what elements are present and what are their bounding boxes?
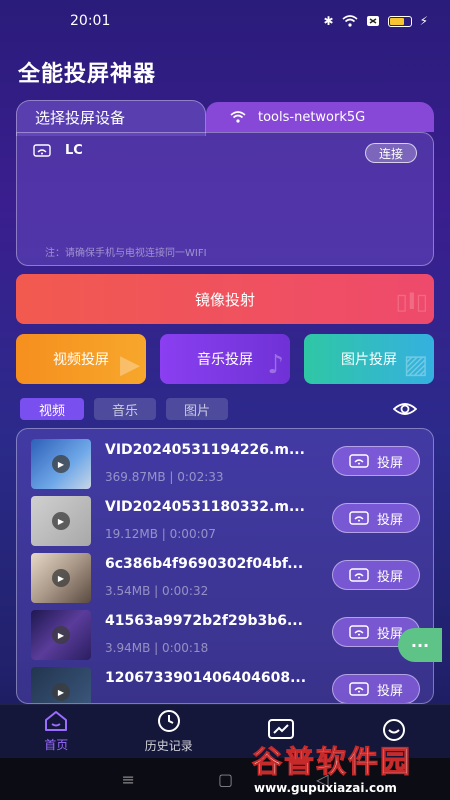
watermark-url: www.gupuxiazai.com (254, 781, 397, 795)
bluetooth-icon: ✱ (323, 14, 334, 28)
list-item[interactable]: ▶ VID20240531180332.m... 19.12MB | 0:00:… (31, 496, 431, 546)
tv-cast-icon (349, 568, 369, 582)
tab-video[interactable]: 视频 (20, 398, 84, 420)
device-name: LC (65, 143, 83, 158)
play-icon: ▶ (52, 626, 70, 644)
wifi-note: 注：请确保手机与电视连接同一WIFI (45, 248, 207, 259)
device-row[interactable]: LC (33, 143, 83, 158)
cast-button[interactable]: 投屏 (332, 446, 420, 476)
nav-history-label: 历史记录 (144, 739, 193, 753)
home-icon (45, 711, 68, 731)
nav-home-label: 首页 (44, 738, 69, 752)
charging-icon: ⚡ (419, 14, 428, 28)
tab-music[interactable]: 音乐 (94, 398, 156, 420)
select-device-tab[interactable]: 选择投屏设备 (16, 100, 206, 136)
cast-button-label: 投屏 (376, 512, 403, 528)
play-icon: ▶ (120, 350, 140, 380)
video-thumbnail: ▶ (31, 553, 91, 603)
more-options-fab[interactable]: ··· (398, 628, 442, 662)
watermark-logo: 谷普软件园 www.gupuxiazai.com (252, 736, 448, 796)
media-meta: 3.94MB | 0:00:18 (105, 641, 209, 655)
cast-button[interactable]: 投屏 (332, 560, 420, 590)
tv-cast-icon (349, 625, 369, 639)
media-name: 1206733901406404608... (105, 670, 307, 686)
eye-icon[interactable] (393, 400, 417, 418)
media-name: 6c386b4f9690302f04bf... (105, 556, 304, 572)
tv-cast-icon (349, 511, 369, 525)
music-note-icon: ♪ (267, 350, 284, 380)
cast-button-label: 投屏 (376, 455, 403, 471)
media-name: VID20240531180332.m... (105, 499, 305, 515)
network-tab[interactable]: tools-network5G (206, 102, 434, 132)
network-name: tools-network5G (258, 109, 366, 125)
list-item[interactable]: ▶ 1206733901406404608... 投屏 (31, 667, 431, 703)
tv-cast-icon (33, 143, 51, 157)
watermark-main: 谷普软件园 (252, 745, 412, 781)
app-title: 全能投屏神器 (18, 62, 157, 87)
sim-icon (366, 16, 379, 26)
home-square-icon[interactable]: ▢ (218, 770, 233, 789)
connect-button[interactable]: 连接 (365, 143, 417, 163)
list-item[interactable]: ▶ 6c386b4f9690302f04bf... 3.54MB | 0:00:… (31, 553, 431, 603)
play-icon: ▶ (52, 512, 70, 530)
status-time: 20:01 (70, 13, 111, 29)
device-panel: tools-network5G 选择投屏设备 LC 连接 注：请确保手机与电视连… (16, 100, 434, 266)
media-meta: 19.12MB | 0:00:07 (105, 527, 216, 541)
wifi-icon (230, 111, 246, 123)
video-cast-label: 视频投屏 (53, 352, 109, 368)
video-thumbnail: ▶ (31, 610, 91, 660)
status-icons: ✱ ⚡ (324, 14, 429, 28)
video-thumbnail: ▶ (31, 439, 91, 489)
mirror-cast-button[interactable]: 镜像投射 ▯I▯ (16, 274, 434, 324)
clock-icon (157, 710, 180, 732)
media-meta: 3.54MB | 0:00:32 (105, 584, 209, 598)
nav-history[interactable]: 历史记录 (124, 709, 214, 754)
tab-photo[interactable]: 图片 (166, 398, 228, 420)
media-list[interactable]: ▶ VID20240531194226.m... 369.87MB | 0:02… (16, 428, 434, 704)
device-list: LC 连接 注：请确保手机与电视连接同一WIFI (16, 132, 434, 266)
list-item[interactable]: ▶ 41563a9972b2f29b3b6... 3.94MB | 0:00:1… (31, 610, 431, 660)
music-cast-label: 音乐投屏 (197, 352, 253, 368)
play-icon: ▶ (52, 683, 70, 701)
media-filter-tabs: 视频 音乐 图片 (20, 398, 228, 420)
list-item[interactable]: ▶ VID20240531194226.m... 369.87MB | 0:02… (31, 439, 431, 489)
menu-icon[interactable]: ≡ (122, 770, 135, 789)
play-icon: ▶ (52, 569, 70, 587)
cast-button-label: 投屏 (376, 569, 403, 585)
tv-cast-icon (349, 454, 369, 468)
battery-icon (387, 15, 412, 27)
media-name: VID20240531194226.m... (105, 442, 305, 458)
video-cast-card[interactable]: 视频投屏 ▶ (16, 334, 146, 384)
photo-cast-label: 图片投屏 (341, 352, 397, 368)
video-thumbnail: ▶ (31, 496, 91, 546)
more-dots-icon: ··· (410, 635, 430, 655)
status-bar: 20:01 ✱ ⚡ (0, 0, 450, 42)
music-cast-card[interactable]: 音乐投屏 ♪ (160, 334, 290, 384)
cast-button-label: 投屏 (376, 683, 403, 699)
photo-cast-card[interactable]: 图片投屏 ▨ (304, 334, 434, 384)
media-meta: 369.87MB | 0:02:33 (105, 470, 224, 484)
cast-cards: 视频投屏 ▶ 音乐投屏 ♪ 图片投屏 ▨ (16, 334, 436, 384)
mirror-decoration-icon: ▯I▯ (395, 290, 428, 315)
tv-cast-icon (349, 682, 369, 696)
media-name: 41563a9972b2f29b3b6... (105, 613, 303, 629)
mirror-cast-label: 镜像投射 (194, 290, 255, 309)
video-thumbnail: ▶ (31, 667, 91, 703)
play-icon: ▶ (52, 455, 70, 473)
image-icon: ▨ (403, 350, 428, 380)
cast-button[interactable]: 投屏 (332, 674, 420, 703)
nav-home[interactable]: 首页 (11, 710, 101, 753)
cast-button[interactable]: 投屏 (332, 503, 420, 533)
wifi-icon (342, 15, 358, 27)
